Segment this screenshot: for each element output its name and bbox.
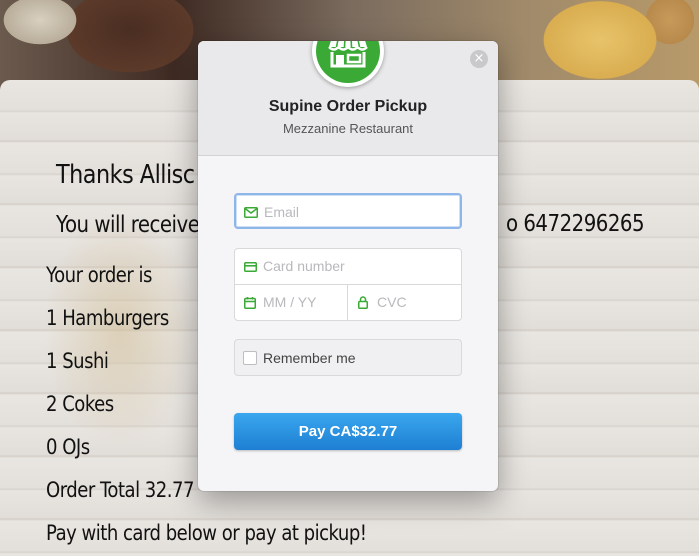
calendar-icon <box>244 297 256 309</box>
store-icon <box>316 41 380 83</box>
phone-number-text: o 6472296265 <box>506 211 645 237</box>
pay-note: Pay with card below or pay at pickup! <box>46 521 367 545</box>
cvc-placeholder: CVC <box>377 294 407 310</box>
card-number-placeholder: Card number <box>263 258 345 274</box>
modal-subtitle: Mezzanine Restaurant <box>282 121 414 136</box>
close-icon[interactable]: × <box>470 50 488 68</box>
email-field[interactable]: Email <box>234 193 462 229</box>
pay-button[interactable]: Pay CA$32.77 <box>234 413 462 450</box>
order-total: Order Total 32.77 <box>46 478 194 502</box>
order-item: 1 Hamburgers <box>46 306 169 330</box>
thanks-heading: Thanks Allisc <box>56 160 195 190</box>
envelope-icon <box>244 207 258 218</box>
remember-me-row[interactable]: Remember me <box>234 339 462 376</box>
receive-text: You will receive <box>56 212 200 238</box>
order-item: 0 OJs <box>46 435 90 459</box>
credit-card-icon <box>244 262 257 272</box>
order-item: 1 Sushi <box>46 349 109 373</box>
order-label: Your order is <box>46 263 152 287</box>
lock-icon <box>358 296 368 309</box>
order-item: 2 Cokes <box>46 392 114 416</box>
email-placeholder: Email <box>264 204 300 220</box>
cvc-field[interactable]: CVC <box>347 284 462 321</box>
remember-me-label: Remember me <box>263 350 356 366</box>
expiry-field[interactable]: MM / YY <box>234 284 348 321</box>
checkout-modal: × Supine Order Pickup Mezzanine Restaura… <box>198 41 498 491</box>
modal-title: Supine Order Pickup <box>268 98 428 115</box>
remember-me-checkbox[interactable] <box>243 351 257 365</box>
expiry-placeholder: MM / YY <box>263 294 317 310</box>
merchant-logo <box>312 41 384 87</box>
card-number-field[interactable]: Card number <box>234 248 462 285</box>
